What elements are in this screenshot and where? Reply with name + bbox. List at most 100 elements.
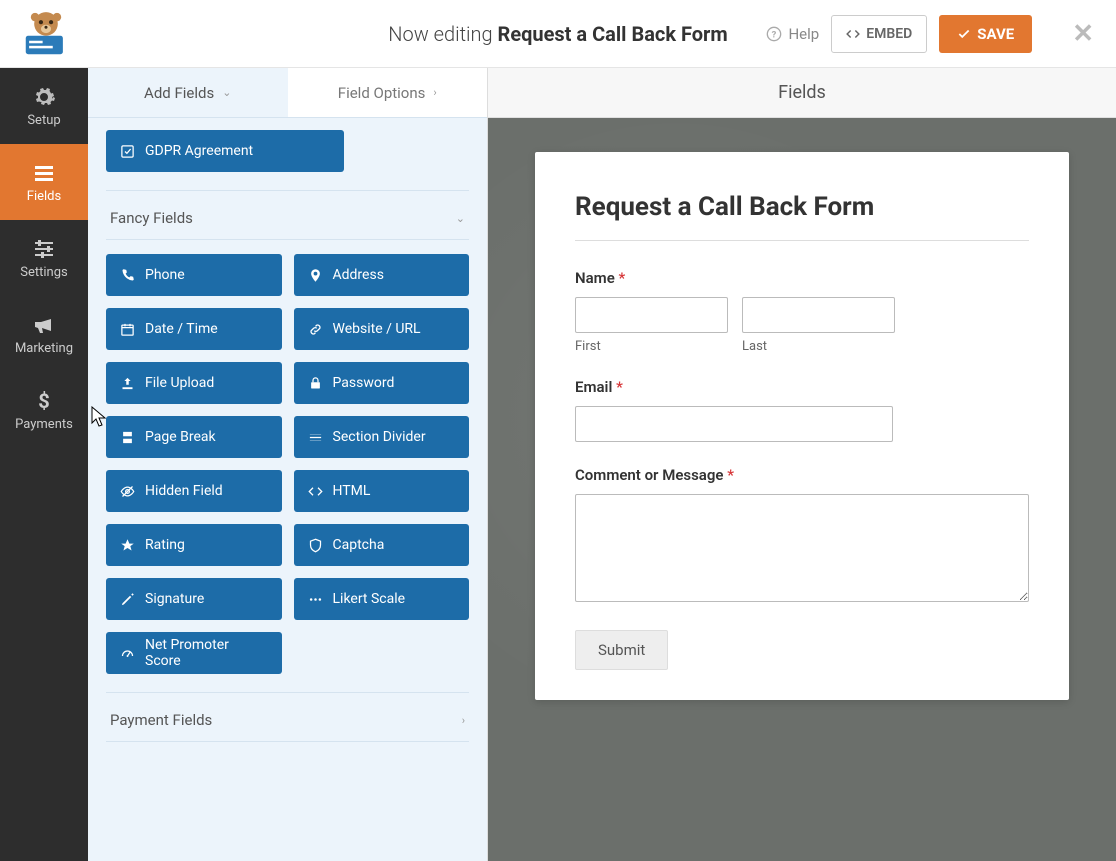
eye-off-icon [120, 484, 135, 499]
code-icon [846, 27, 860, 41]
field-html[interactable]: HTML [294, 470, 470, 512]
embed-button[interactable]: EMBED [831, 15, 927, 53]
email-input[interactable] [575, 406, 893, 442]
svg-text:$: $ [38, 389, 49, 413]
dots-icon [308, 592, 323, 607]
megaphone-icon [32, 313, 56, 337]
field-email[interactable]: Email * [575, 378, 1029, 442]
side-nav: Setup Fields Settings Marketing $ Paymen… [0, 68, 88, 861]
field-address[interactable]: Address [294, 254, 470, 296]
nav-setup[interactable]: Setup [0, 68, 88, 144]
field-upload[interactable]: File Upload [106, 362, 282, 404]
close-button[interactable]: ✕ [1062, 19, 1104, 49]
field-divider[interactable]: Section Divider [294, 416, 470, 458]
nav-fields-label: Fields [27, 189, 61, 204]
fancy-fields-header[interactable]: Fancy Fields ⌄ [106, 190, 469, 240]
pagebreak-icon [120, 430, 135, 445]
email-label: Email * [575, 378, 1029, 396]
field-gdpr[interactable]: GDPR Agreement [106, 130, 344, 172]
nav-settings-label: Settings [20, 265, 67, 280]
link-icon [308, 322, 323, 337]
chevron-right-icon: › [462, 714, 465, 727]
help-link[interactable]: ? Help [766, 25, 819, 43]
save-button[interactable]: SAVE [939, 15, 1032, 53]
field-likert[interactable]: Likert Scale [294, 578, 470, 620]
field-website[interactable]: Website / URL [294, 308, 470, 350]
last-sublabel: Last [742, 339, 895, 354]
svg-text:?: ? [772, 29, 777, 40]
upload-icon [120, 376, 135, 391]
field-signature-label: Signature [145, 591, 204, 607]
code-icon [308, 484, 323, 499]
field-nps-label: Net Promoter Score [145, 637, 268, 669]
name-label: Name * [575, 269, 1029, 287]
phone-icon [120, 268, 135, 283]
field-password[interactable]: Password [294, 362, 470, 404]
comment-textarea[interactable] [575, 494, 1029, 602]
tab-add-fields[interactable]: Add Fields ⌄ [88, 68, 288, 117]
app-logo [12, 6, 80, 62]
field-nps[interactable]: Net Promoter Score [106, 632, 282, 674]
preview-title-bar: Fields [488, 68, 1116, 118]
preview-area: Fields Request a Call Back Form Name * F… [488, 68, 1116, 861]
divider-icon [308, 430, 323, 445]
embed-label: EMBED [866, 26, 912, 42]
nav-marketing[interactable]: Marketing [0, 296, 88, 372]
field-phone[interactable]: Phone [106, 254, 282, 296]
form-name: Request a Call Back Form [498, 22, 728, 46]
field-upload-label: File Upload [145, 375, 214, 391]
fields-scroll[interactable]: GDPR Agreement Fancy Fields ⌄ Phone Addr… [88, 118, 487, 861]
submit-button[interactable]: Submit [575, 630, 668, 670]
lock-icon [308, 376, 323, 391]
main-area: Setup Fields Settings Marketing $ Paymen… [0, 68, 1116, 861]
fields-panel: Add Fields ⌄ Field Options › GDPR Agreem… [88, 68, 488, 861]
form-preview[interactable]: Request a Call Back Form Name * First La… [535, 152, 1069, 700]
form-title: Request a Call Back Form [575, 192, 1029, 222]
preview-title-label: Fields [778, 82, 826, 103]
nav-settings[interactable]: Settings [0, 220, 88, 296]
required-mark: * [723, 466, 733, 484]
nav-marketing-label: Marketing [15, 341, 73, 356]
payment-fields-header[interactable]: Payment Fields › [106, 692, 469, 742]
field-pagebreak-label: Page Break [145, 429, 216, 445]
sliders-icon [32, 237, 56, 261]
field-likert-label: Likert Scale [333, 591, 406, 607]
field-signature[interactable]: Signature [106, 578, 282, 620]
last-name-input[interactable] [742, 297, 895, 333]
pencil-icon [120, 592, 135, 607]
first-name-input[interactable] [575, 297, 728, 333]
submit-label: Submit [598, 641, 645, 659]
chevron-down-icon: ⌄ [456, 212, 465, 225]
help-label: Help [788, 25, 819, 43]
field-html-label: HTML [333, 483, 371, 499]
save-label: SAVE [977, 25, 1014, 43]
field-comment[interactable]: Comment or Message * [575, 466, 1029, 606]
tab-field-options[interactable]: Field Options › [288, 68, 488, 117]
nav-fields[interactable]: Fields [0, 144, 88, 220]
field-website-label: Website / URL [333, 321, 421, 337]
panel-tabs: Add Fields ⌄ Field Options › [88, 68, 487, 118]
field-hidden-label: Hidden Field [145, 483, 223, 499]
field-captcha[interactable]: Captcha [294, 524, 470, 566]
help-icon: ? [766, 26, 782, 42]
field-captcha-label: Captcha [333, 537, 385, 553]
field-name[interactable]: Name * First Last [575, 269, 1029, 354]
check-square-icon [120, 144, 135, 159]
pin-icon [308, 268, 323, 283]
nav-payments[interactable]: $ Payments [0, 372, 88, 448]
top-actions: ? Help EMBED SAVE ✕ [766, 15, 1104, 53]
gear-icon [32, 85, 56, 109]
comment-label: Comment or Message * [575, 466, 1029, 484]
field-datetime[interactable]: Date / Time [106, 308, 282, 350]
required-mark: * [612, 378, 622, 396]
field-divider-label: Section Divider [333, 429, 426, 445]
calendar-icon [120, 322, 135, 337]
required-mark: * [615, 269, 625, 287]
field-password-label: Password [333, 375, 395, 391]
gauge-icon [120, 646, 135, 661]
close-icon: ✕ [1072, 19, 1094, 49]
field-hidden[interactable]: Hidden Field [106, 470, 282, 512]
field-pagebreak[interactable]: Page Break [106, 416, 282, 458]
chevron-down-icon: ⌄ [222, 86, 231, 99]
field-rating[interactable]: Rating [106, 524, 282, 566]
